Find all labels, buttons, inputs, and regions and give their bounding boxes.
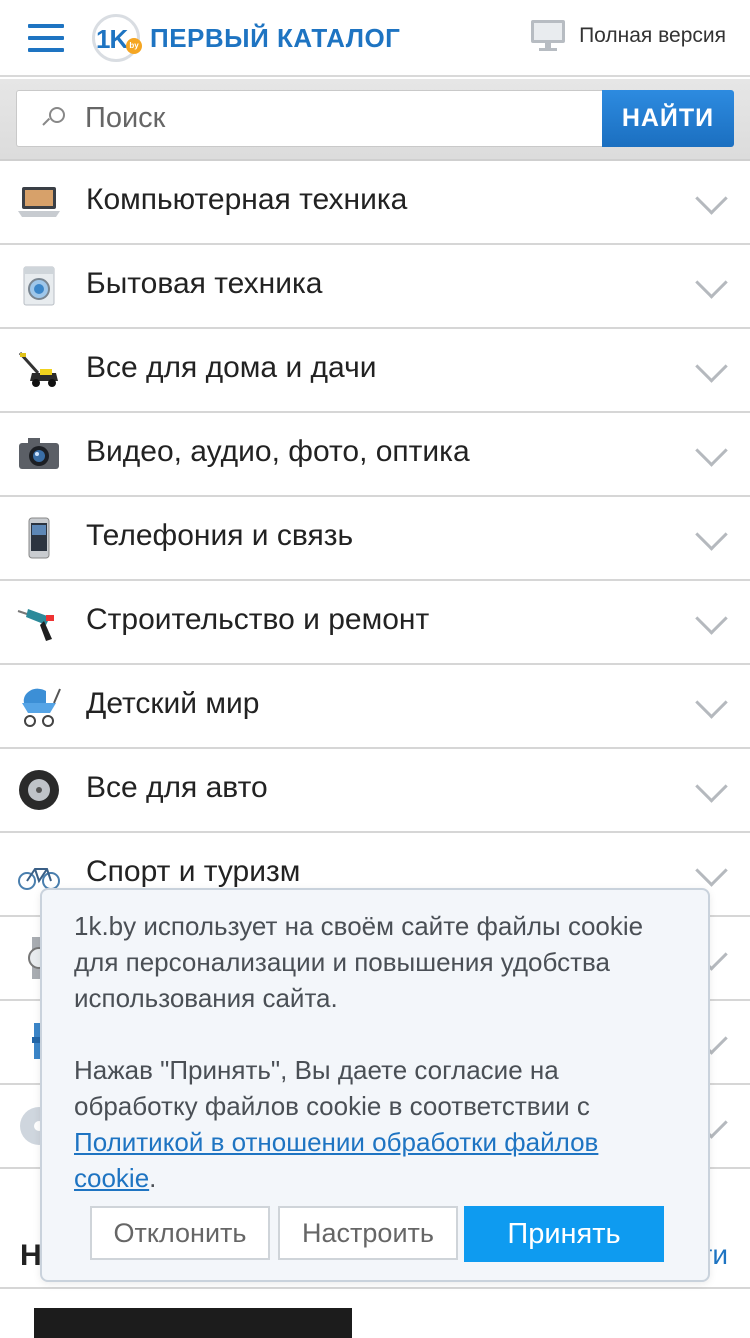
- search-icon: [41, 105, 69, 133]
- category-label: Бытовая техника: [86, 267, 323, 300]
- category-label: Спорт и туризм: [86, 855, 301, 888]
- chevron-down-icon: [698, 443, 722, 467]
- cookie-consent-suffix: .: [149, 1163, 157, 1193]
- laptop-icon: [18, 187, 60, 217]
- category-phones[interactable]: Телефония и связь: [0, 497, 750, 581]
- washing-machine-icon: [23, 266, 55, 306]
- lawn-mower-icon: [18, 351, 58, 387]
- camera-icon: [19, 438, 59, 469]
- cookie-banner: 1k.by использует на своём сайте файлы co…: [40, 888, 710, 1282]
- category-appliances[interactable]: Бытовая техника: [0, 245, 750, 329]
- search-field: [16, 90, 602, 147]
- category-auto[interactable]: Все для авто: [0, 749, 750, 833]
- category-video-audio[interactable]: Видео, аудио, фото, оптика: [0, 413, 750, 497]
- cookie-consent-text: Нажав "Принять", Вы даете согласие на об…: [74, 1052, 674, 1196]
- cookie-consent-prefix: Нажав "Принять", Вы даете согласие на об…: [74, 1055, 590, 1121]
- logo-text: ПЕРВЫЙ КАТАЛОГ: [150, 22, 401, 53]
- accept-button[interactable]: Принять: [464, 1206, 664, 1262]
- category-label: Строительство и ремонт: [86, 603, 430, 636]
- stroller-icon: [22, 688, 61, 727]
- category-label: Видео, аудио, фото, оптика: [86, 435, 470, 468]
- category-kids[interactable]: Детский мир: [0, 665, 750, 749]
- settings-button[interactable]: Настроить: [278, 1206, 458, 1260]
- logo-badge-text: 1K: [96, 24, 128, 54]
- category-label: Телефония и связь: [86, 519, 354, 552]
- chevron-down-icon: [698, 779, 722, 803]
- full-version-label: Полная версия: [579, 24, 726, 47]
- chevron-down-icon: [698, 191, 722, 215]
- logo-badge: 1K by: [92, 12, 150, 64]
- category-label: Все для авто: [86, 771, 268, 804]
- search-bar: НАЙТИ: [0, 79, 750, 161]
- cookie-text: 1k.by использует на своём сайте файлы co…: [74, 911, 644, 1013]
- category-computers[interactable]: Компьютерная техника: [0, 161, 750, 245]
- logo[interactable]: 1K by ПЕРВЫЙ КАТАЛОГ: [92, 12, 400, 64]
- category-home-garden[interactable]: Все для дома и дачи: [0, 329, 750, 413]
- monitor-icon: [531, 20, 566, 52]
- chevron-down-icon: [698, 359, 722, 383]
- chevron-down-icon: [698, 275, 722, 299]
- chevron-down-icon: [698, 695, 722, 719]
- drill-icon: [17, 609, 54, 641]
- chevron-down-icon: [698, 611, 722, 635]
- search-input[interactable]: [85, 102, 565, 135]
- category-label: Компьютерная техника: [86, 183, 408, 216]
- category-construction[interactable]: Строительство и ремонт: [0, 581, 750, 665]
- phone-icon: [28, 517, 50, 559]
- menu-icon[interactable]: [28, 22, 66, 54]
- chevron-down-icon: [698, 527, 722, 551]
- decline-button[interactable]: Отклонить: [90, 1206, 270, 1260]
- category-label: Все для дома и дачи: [86, 351, 377, 384]
- chevron-down-icon: [698, 863, 722, 887]
- logo-by-badge: by: [126, 38, 142, 54]
- header: 1K by ПЕРВЫЙ КАТАЛОГ Полная версия: [0, 0, 750, 77]
- tire-icon: [19, 770, 59, 810]
- full-version-link[interactable]: Полная версия: [531, 20, 726, 52]
- news-title: Н: [20, 1239, 42, 1272]
- search-button[interactable]: НАЙТИ: [602, 90, 734, 147]
- category-label: Детский мир: [86, 687, 260, 720]
